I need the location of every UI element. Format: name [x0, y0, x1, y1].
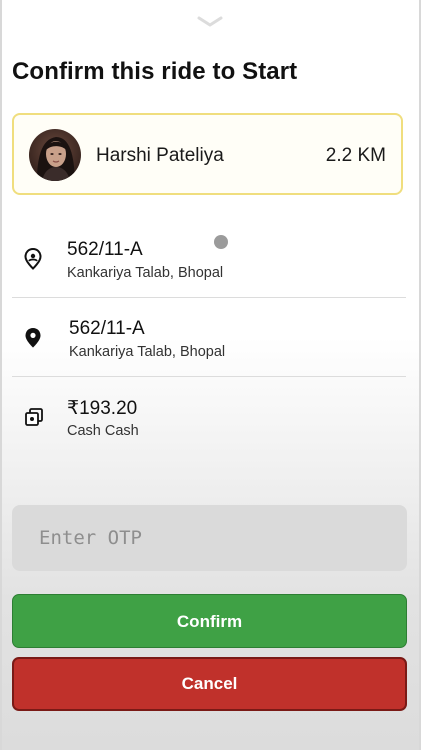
pickup-address: 562/11-A: [67, 239, 143, 260]
rider-name: Harshi Pateliya: [96, 145, 224, 166]
cancel-button[interactable]: Cancel: [12, 657, 407, 711]
dropoff-pin-icon: [24, 327, 42, 354]
divider: [12, 376, 406, 377]
payment-method: Cash Cash: [67, 423, 139, 439]
screen-edge-left: [0, 0, 2, 750]
dropoff-locality: Kankariya Talab, Bhopal: [69, 344, 226, 360]
otp-input[interactable]: [12, 505, 407, 571]
fare-amount: ₹193.20: [67, 398, 138, 419]
rider-distance: 2.2 KM: [325, 145, 386, 166]
rider-card: Harshi Pateliya 2.2 KM: [12, 113, 403, 195]
page-title: Confirm this ride to Start: [12, 58, 298, 85]
pickup-locality: Kankariya Talab, Bhopal: [67, 265, 224, 281]
dropoff-address: 562/11-A: [69, 318, 145, 339]
cash-icon: [24, 407, 44, 432]
touch-indicator: [214, 235, 228, 249]
pickup-row: 562/11-A Kankariya Talab, Bhopal: [12, 232, 406, 288]
pickup-pin-icon: [24, 247, 42, 275]
dropoff-row: 562/11-A Kankariya Talab, Bhopal: [12, 311, 406, 367]
confirm-button[interactable]: Confirm: [12, 594, 407, 648]
fare-row: ₹193.20 Cash Cash: [12, 390, 406, 446]
chevron-down-icon[interactable]: [196, 14, 224, 30]
divider: [12, 297, 406, 298]
rider-avatar: [29, 129, 81, 181]
